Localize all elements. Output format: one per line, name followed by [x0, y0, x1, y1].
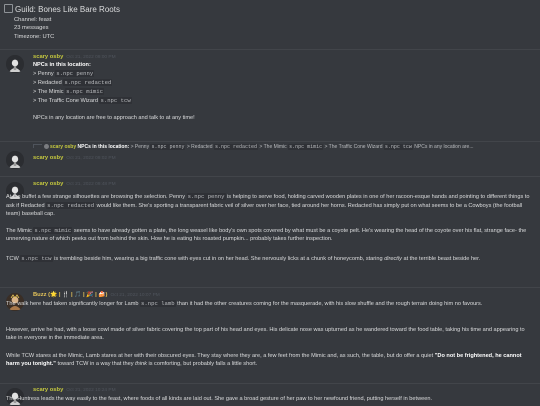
- author-name[interactable]: scary osby: [33, 387, 63, 393]
- npc-line: > Penny s.npc penny: [33, 69, 95, 77]
- channel-name: Channel: feast: [14, 16, 52, 23]
- timestamp: Oct 21, 2022 09:00 PM: [66, 55, 116, 60]
- inline-code: s.npc tcw: [99, 96, 132, 104]
- npc-line: > The Mimic s.npc mimic: [33, 87, 105, 95]
- avatar[interactable]: [6, 151, 24, 169]
- message-text: The walk here had taken significantly lo…: [6, 300, 483, 307]
- message-text: The Huntress leads the way easily to the…: [6, 396, 433, 402]
- divider: [0, 176, 540, 177]
- author-name[interactable]: scary osby: [33, 155, 63, 161]
- message-header: scary osby Oct 21, 2022 09:00 PM: [33, 53, 534, 62]
- timestamp: Oct 21, 2022 09:48 PM: [66, 182, 116, 187]
- inline-code: s.npc penny: [55, 69, 95, 77]
- guild-title-row: Guild: Bones Like Bare Roots: [4, 4, 120, 16]
- message-text: At the buffet a few strange silhouettes …: [6, 193, 530, 217]
- npc-heading: NPCs in this location:: [33, 61, 91, 68]
- divider: [0, 287, 540, 288]
- npc-line: > Redacted s.npc redacted: [33, 78, 113, 86]
- message-text: TCW s.npc tcw is trembling beside him, w…: [6, 255, 481, 262]
- author-name[interactable]: Buzz (🌟 | 🍴 | 🎵 | 🎉 | 🍰): [33, 292, 107, 298]
- inline-code: s.npc redacted: [63, 78, 113, 86]
- reply-preview[interactable]: scary osby NPCs in this location: > Penn…: [33, 144, 534, 151]
- inline-code: s.npc mimic: [65, 87, 105, 95]
- message-header: scary osby Oct 21, 2022 10:24 PM: [33, 386, 534, 395]
- timestamp: Oct 21, 2022 10:07 PM: [110, 293, 160, 298]
- message-text: The Mimic s.npc mimic seems to have alre…: [6, 227, 527, 242]
- guild-icon: [4, 4, 13, 13]
- message-count: 23 messages: [14, 25, 49, 32]
- reply-avatar: [44, 144, 49, 149]
- timestamp: Oct 21, 2022 09:02 PM: [66, 156, 116, 161]
- reply-spine: [33, 144, 42, 148]
- reply-author[interactable]: scary osby: [50, 144, 76, 150]
- guild-header: Guild: Bones Like Bare Roots Channel: fe…: [4, 4, 120, 41]
- timezone: Timezone: UTC: [14, 33, 55, 40]
- author-name[interactable]: scary osby: [33, 54, 63, 60]
- divider: [0, 49, 540, 50]
- message-header: Buzz (🌟 | 🍴 | 🎵 | 🎉 | 🍰) Oct 21, 2022 10:…: [33, 291, 534, 300]
- npc-line: > The Traffic Cone Wizard s.npc tcw: [33, 96, 132, 104]
- avatar[interactable]: [6, 55, 24, 73]
- timestamp: Oct 21, 2022 10:24 PM: [66, 388, 116, 393]
- divider: [0, 383, 540, 384]
- message-header: scary osby Oct 21, 2022 09:48 PM: [33, 180, 534, 189]
- message-text: While TCW stares at the Mimic, Lamb star…: [6, 353, 522, 367]
- divider: [0, 141, 540, 142]
- message-text: NPCs in any location are free to approac…: [33, 114, 195, 121]
- message-text: However, arrive he had, with a loose cow…: [6, 327, 525, 341]
- author-name[interactable]: scary osby: [33, 181, 63, 187]
- guild-title: Guild: Bones Like Bare Roots: [15, 5, 120, 14]
